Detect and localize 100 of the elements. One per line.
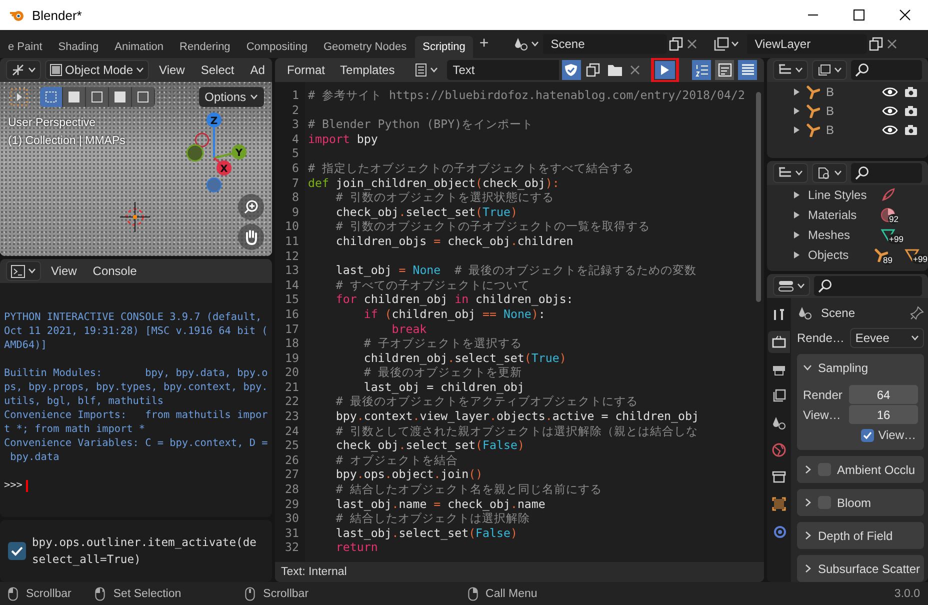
- line-number: 20: [284, 365, 300, 380]
- editor-type-selector[interactable]: [773, 60, 808, 80]
- select-tool-button[interactable]: [8, 86, 30, 108]
- pin-icon[interactable]: [910, 306, 924, 320]
- scene-field[interactable]: Scene: [542, 34, 667, 54]
- scrollbar[interactable]: [756, 92, 761, 302]
- eye-icon[interactable]: [882, 124, 898, 136]
- drop-and-sphere-icon: [771, 415, 787, 431]
- menu-item[interactable]: Ad: [244, 61, 271, 79]
- mouse-icon: [245, 586, 256, 600]
- properties-tab[interactable]: [768, 331, 790, 353]
- mode-dropdown[interactable]: Object Mode: [45, 60, 150, 80]
- text-name-field[interactable]: Text: [446, 60, 559, 80]
- panel-header[interactable]: Depth of Field: [803, 526, 918, 545]
- outliner-item-name[interactable]: B: [826, 122, 834, 136]
- editor-type-selector[interactable]: [6, 261, 41, 281]
- data-category[interactable]: Meshes: [808, 228, 872, 242]
- viewport-info-text: (1) Collection | MMAPs: [8, 134, 126, 149]
- selection-mode-button[interactable]: [132, 87, 154, 107]
- box-icon: [771, 469, 787, 485]
- camera-icon[interactable]: [904, 104, 918, 116]
- selection-mode-button[interactable]: [86, 87, 108, 107]
- workspace-tab[interactable]: Scripting: [414, 36, 474, 58]
- number-field[interactable]: 64: [849, 385, 918, 404]
- code-line: # Blender Python (BPY)をインポート: [308, 117, 534, 132]
- code-line: check_obj.select_set(False): [334, 438, 524, 453]
- code-line: # 引数のオブジェクトを選択状態にする: [334, 190, 554, 205]
- view-toggle-button[interactable]: [692, 60, 712, 80]
- editor-type-selector[interactable]: [773, 276, 810, 296]
- add-workspace-button[interactable]: +: [479, 35, 489, 53]
- options-dropdown[interactable]: Options: [198, 87, 264, 107]
- selection-mode-button[interactable]: [109, 87, 131, 107]
- line-number: 3: [291, 117, 300, 132]
- display-mode-dropdown[interactable]: [812, 60, 847, 80]
- menu-item[interactable]: Console: [86, 262, 143, 280]
- code-line: children_objs = check_obj.children: [334, 234, 574, 249]
- report-check-icon: [8, 542, 26, 560]
- menu-item[interactable]: View: [45, 262, 83, 280]
- outliner-icon: [778, 167, 792, 179]
- globe-icon: [771, 442, 787, 458]
- text-status: Text: Internal: [275, 562, 764, 582]
- search-icon: [855, 166, 869, 180]
- search-field[interactable]: [814, 276, 922, 296]
- workspace-tab[interactable]: Compositing: [238, 36, 316, 58]
- window-title: Blender*: [32, 8, 83, 22]
- code-line: last_obj = None # 最後のオブジェクトを記録するための変数: [334, 263, 697, 278]
- menu-item[interactable]: View: [153, 61, 191, 79]
- data-category[interactable]: Objects: [808, 248, 866, 262]
- search-icon: [818, 279, 832, 293]
- line-number: 2: [291, 102, 300, 118]
- code-line: # オブジェクトを結合: [334, 452, 458, 468]
- line-number: 5: [291, 146, 300, 161]
- line-number: 7: [291, 176, 300, 190]
- eye-icon[interactable]: [882, 104, 898, 116]
- outliner-item-name[interactable]: B: [826, 84, 834, 98]
- menu-item[interactable]: Templates: [334, 61, 401, 79]
- number-field[interactable]: 16: [849, 405, 918, 424]
- view-layer-field[interactable]: ViewLayer: [746, 34, 867, 54]
- selection-mode-icon: [91, 91, 103, 103]
- camera-icon[interactable]: [904, 124, 918, 136]
- editor-type-selector[interactable]: [6, 60, 41, 80]
- pan-button[interactable]: [238, 224, 264, 250]
- selection-mode-icon: [45, 91, 57, 103]
- camera-icon[interactable]: [904, 86, 918, 98]
- search-field[interactable]: [851, 163, 922, 183]
- render-engine-dropdown[interactable]: Eevee: [850, 328, 924, 348]
- workspace-tab[interactable]: e Paint: [0, 36, 50, 58]
- data-category[interactable]: Materials: [808, 208, 872, 222]
- fake-user-button[interactable]: [562, 60, 581, 80]
- panel-header[interactable]: Ambient Occlu: [803, 460, 918, 479]
- menu-item[interactable]: Select: [194, 61, 240, 79]
- workspace-tab[interactable]: Shading: [50, 36, 107, 58]
- outliner-item-name[interactable]: B: [826, 104, 834, 118]
- caret-icon: [834, 67, 842, 73]
- caret-icon: [28, 67, 36, 73]
- view-toggle-button[interactable]: [738, 60, 757, 80]
- data-category[interactable]: Line Styles: [808, 188, 872, 202]
- disclosure-triangle-icon: [793, 231, 800, 239]
- panel-header[interactable]: Bloom: [803, 493, 918, 512]
- panel-header[interactable]: Sampling: [803, 358, 918, 377]
- magnifier-plus-icon: [243, 199, 259, 215]
- line-number: 32: [284, 540, 300, 555]
- zoom-button[interactable]: [238, 194, 264, 220]
- workspace-tab[interactable]: Geometry Nodes: [315, 36, 415, 58]
- panel-header[interactable]: Subsurface Scatter: [803, 559, 918, 578]
- view-toggle-button[interactable]: [715, 60, 734, 80]
- checkbox[interactable]: [861, 428, 874, 442]
- display-mode-dropdown[interactable]: [812, 163, 847, 183]
- eye-icon[interactable]: [882, 86, 898, 98]
- selection-mode-button[interactable]: [40, 87, 62, 107]
- check-icon: [863, 430, 872, 440]
- selection-mode-button[interactable]: [63, 87, 85, 107]
- menu-item[interactable]: Format: [281, 61, 332, 79]
- workspace-tab[interactable]: Rendering: [172, 36, 238, 58]
- hand-icon: [243, 229, 259, 245]
- tool-icon: [771, 307, 787, 323]
- run-script-button[interactable]: [654, 61, 675, 79]
- workspace-tab[interactable]: Animation: [106, 36, 172, 58]
- search-field[interactable]: [851, 60, 922, 80]
- editor-type-selector[interactable]: [773, 163, 808, 183]
